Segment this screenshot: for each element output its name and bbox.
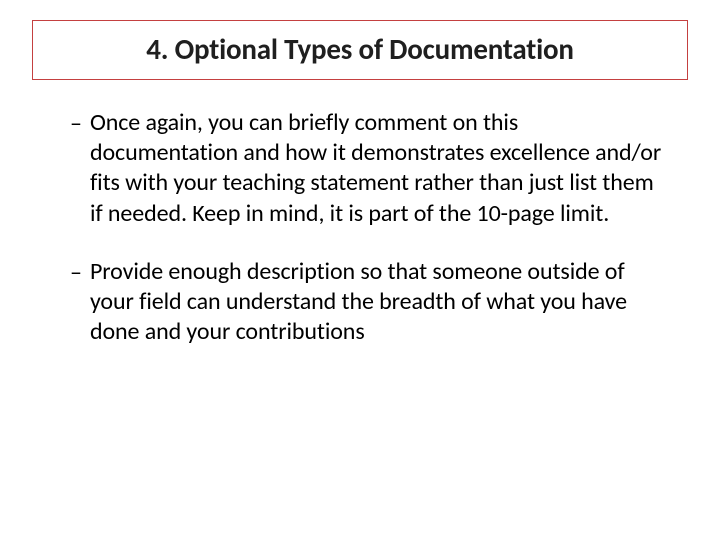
bullet-text: Once again, you can briefly comment on t… [90,108,670,229]
list-item: – Provide enough description so that som… [70,257,670,348]
bullet-marker: – [70,108,82,229]
content-area: – Once again, you can briefly comment on… [70,108,670,376]
bullet-marker: – [70,257,82,348]
list-item: – Once again, you can briefly comment on… [70,108,670,229]
title-container: 4. Optional Types of Documentation [32,20,688,80]
slide-title: 4. Optional Types of Documentation [33,31,687,67]
bullet-text: Provide enough description so that someo… [90,257,670,348]
